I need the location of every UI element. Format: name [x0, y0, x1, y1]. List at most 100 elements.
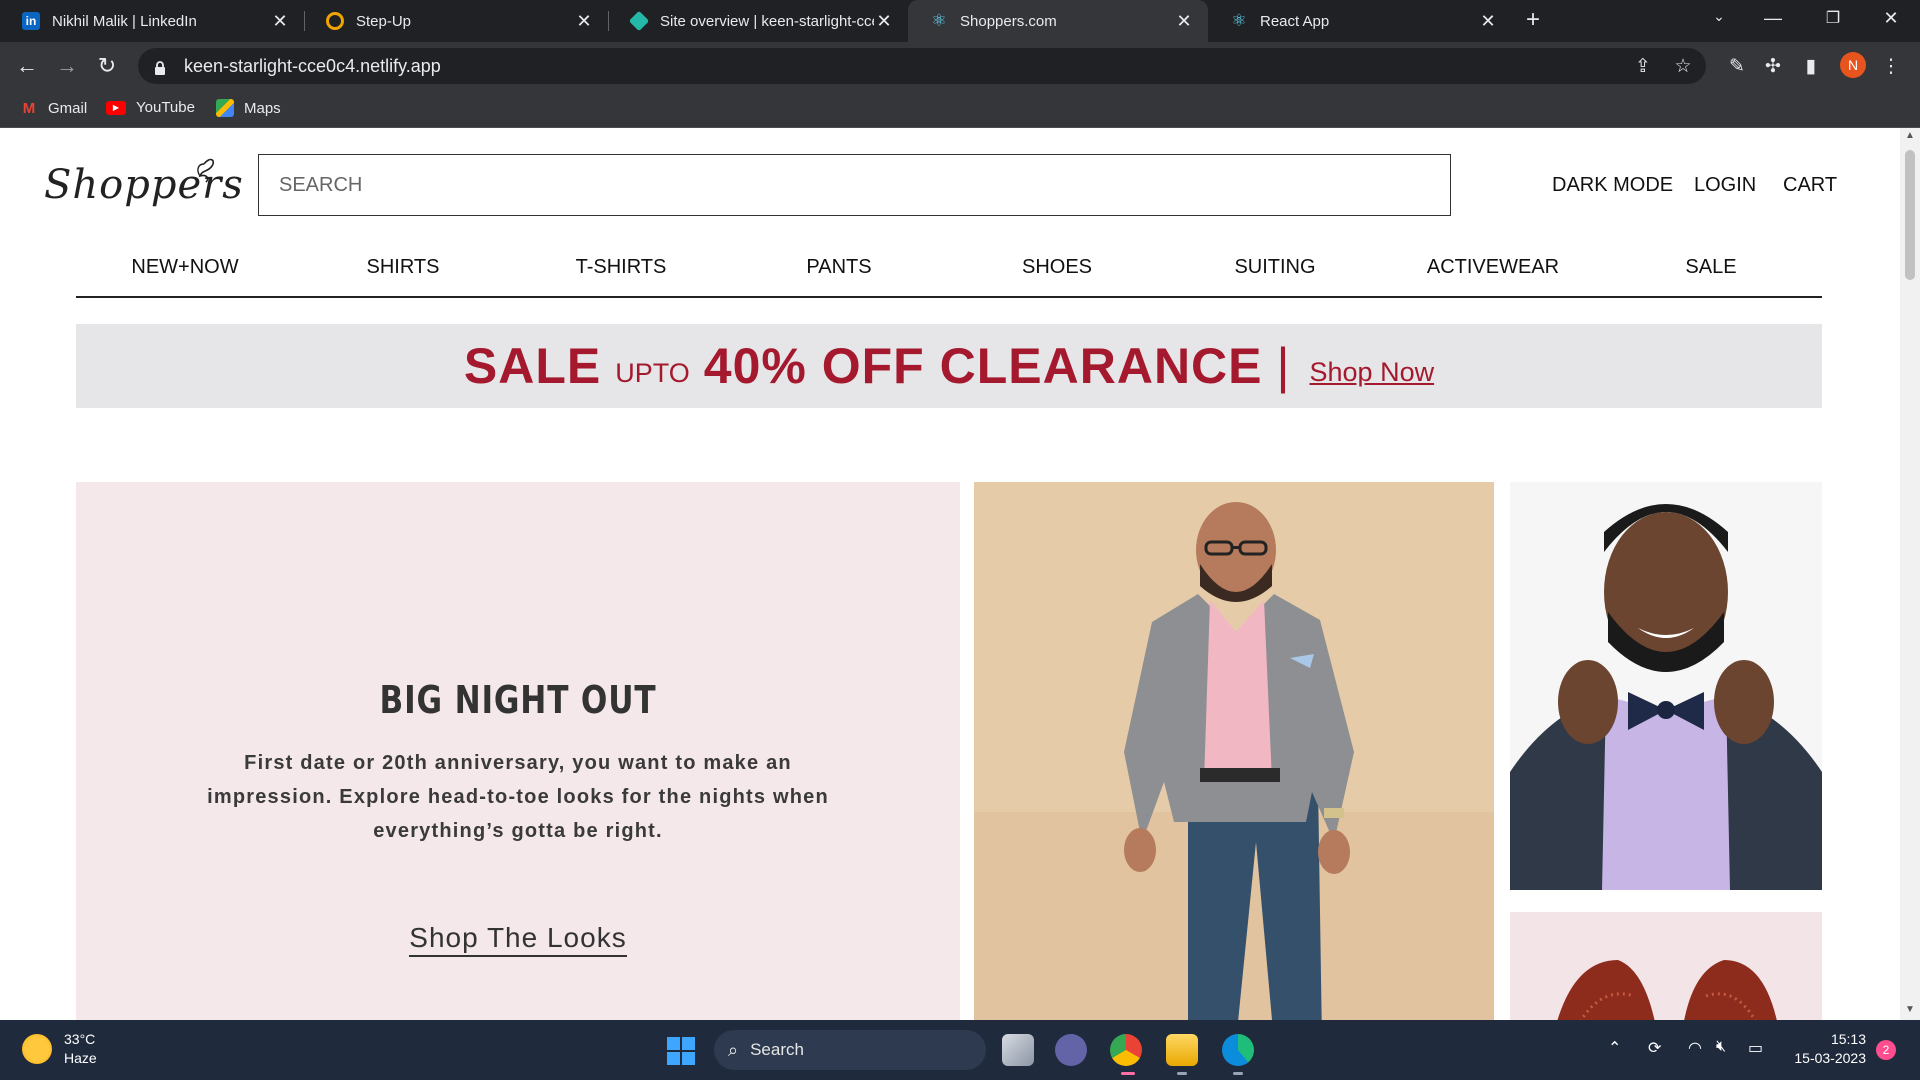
nav-suiting[interactable]: SUITING [1166, 256, 1384, 279]
close-icon[interactable]: ✕ [1478, 11, 1498, 32]
url-text: keen-starlight-cce0c4.netlify.app [184, 55, 441, 76]
close-icon[interactable]: ✕ [270, 11, 290, 32]
taskbar-clock[interactable]: 15:13 15-03-2023 [1786, 1030, 1866, 1068]
nav-pants[interactable]: PANTS [730, 256, 948, 279]
scroll-thumb[interactable] [1905, 150, 1915, 280]
search-input[interactable] [258, 154, 1451, 216]
react-icon: ⚛ [1231, 11, 1247, 30]
banner-divider: | [1276, 338, 1290, 394]
cart-link[interactable]: CART [1783, 174, 1837, 197]
tab-title: React App [1260, 12, 1330, 30]
lock-icon [154, 59, 166, 75]
extension-pen-icon[interactable]: ✎ [1724, 54, 1750, 80]
nav-shoes[interactable]: SHOES [948, 256, 1166, 279]
product-image-shoes[interactable] [1510, 912, 1822, 1020]
window-close-button[interactable]: ✕ [1876, 8, 1906, 29]
nav-shirts[interactable]: SHIRTS [294, 256, 512, 279]
tab-shoppers[interactable]: ⚛ Shoppers.com ✕ [908, 0, 1208, 42]
shop-the-looks-link[interactable]: Shop The Looks [409, 922, 627, 957]
bookmark-label: YouTube [136, 99, 195, 116]
tab-title: Nikhil Malik | LinkedIn [52, 12, 197, 30]
nav-t-shirts[interactable]: T-SHIRTS [512, 256, 730, 279]
bookmark-label: Gmail [48, 99, 88, 117]
bookmark-youtube[interactable]: ▶ YouTube [106, 99, 195, 116]
shop-now-link[interactable]: Shop Now [1310, 345, 1435, 388]
volume-muted-icon[interactable]: 🔇︎ [1716, 1038, 1726, 1056]
weather-widget[interactable]: 33°C Haze [22, 1030, 97, 1068]
notification-badge[interactable]: 2 [1876, 1040, 1896, 1060]
banner-sale: SALE [463, 338, 602, 394]
explorer-running-indicator [1177, 1072, 1187, 1075]
wifi-icon[interactable]: ◠ [1688, 1038, 1702, 1058]
extensions-puzzle-icon[interactable]: ✣ [1760, 54, 1786, 80]
chrome-icon[interactable] [1110, 1034, 1142, 1066]
hero-description: First date or 20th anniversary, you want… [207, 752, 829, 842]
menu-kebab-icon[interactable]: ⋮ [1878, 54, 1904, 80]
clock-time: 15:13 [1830, 1031, 1866, 1047]
category-nav: NEW+NOW SHIRTS T-SHIRTS PANTS SHOES SUIT… [76, 244, 1822, 298]
tab-react-app[interactable]: ⚛ React App ✕ [1208, 0, 1512, 42]
side-panel-icon[interactable]: ▮ [1798, 54, 1824, 80]
maps-icon [216, 99, 234, 117]
login-link[interactable]: LOGIN [1694, 174, 1756, 197]
weather-condition: Haze [64, 1050, 97, 1066]
page-scrollbar[interactable]: ▲ ▼ [1900, 128, 1920, 1020]
forward-button[interactable]: → [52, 52, 82, 80]
windows-taskbar: 33°C Haze ⌕ Search ⌃ ⟳ ◠ 🔇︎ ▭ 15:13 15-0… [0, 1020, 1920, 1080]
tab-site-overview[interactable]: Site overview | keen-starlight-cce ✕ [608, 0, 908, 42]
battery-icon[interactable]: ▭ [1748, 1038, 1763, 1058]
logo-text: Shoppers [44, 162, 244, 208]
scroll-down-arrow[interactable]: ▼ [1904, 1004, 1916, 1015]
bowtie-model-illustration [1510, 482, 1822, 890]
address-bar[interactable]: keen-starlight-cce0c4.netlify.app [138, 48, 1706, 84]
close-icon[interactable]: ✕ [574, 11, 594, 32]
tray-overflow-chevron-icon[interactable]: ⌃ [1608, 1038, 1621, 1058]
taskbar-search-label: Search [750, 1040, 804, 1059]
hero-title: BIG NIGHT OUT [379, 678, 657, 722]
tab-linkedin[interactable]: in Nikhil Malik | LinkedIn ✕ [0, 0, 304, 42]
bookmarks-bar: M Gmail ▶ YouTube Maps [0, 90, 1920, 128]
product-image-bowtie-look[interactable] [1510, 482, 1822, 890]
hero-panel: BIG NIGHT OUT First date or 20th anniver… [76, 482, 960, 1020]
profile-avatar[interactable]: N [1840, 52, 1866, 78]
tab-step-up[interactable]: Step-Up ✕ [304, 0, 608, 42]
browser-toolbar: ← → ↻ keen-starlight-cce0c4.netlify.app … [0, 42, 1920, 90]
edge-icon[interactable] [1222, 1034, 1254, 1066]
dark-mode-toggle[interactable]: DARK MODE [1552, 174, 1673, 197]
bookmark-gmail[interactable]: M Gmail [20, 99, 87, 117]
search-icon: ⌕ [728, 1039, 739, 1060]
windows-start-icon[interactable] [667, 1037, 695, 1065]
site-logo[interactable]: Shoppers [44, 148, 243, 218]
sync-icon[interactable]: ⟳ [1648, 1038, 1661, 1058]
react-icon: ⚛ [931, 11, 947, 30]
restore-button[interactable]: ❐ [1818, 8, 1848, 28]
bookmark-star-icon[interactable]: ☆ [1670, 54, 1696, 80]
task-view-icon[interactable] [1002, 1034, 1034, 1066]
bookmark-label: Maps [244, 99, 281, 117]
reload-button[interactable]: ↻ [92, 52, 122, 80]
bookmark-maps[interactable]: Maps [216, 99, 281, 117]
teams-chat-icon[interactable] [1055, 1034, 1087, 1066]
weather-temperature: 33°C [64, 1031, 96, 1047]
scroll-up-arrow[interactable]: ▲ [1904, 130, 1916, 141]
taskbar-search[interactable]: ⌕ Search [714, 1030, 986, 1070]
nav-activewear[interactable]: ACTIVEWEAR [1384, 256, 1602, 279]
clock-date: 15-03-2023 [1794, 1050, 1866, 1066]
brogue-shoes-illustration [1510, 912, 1822, 1020]
file-explorer-icon[interactable] [1166, 1034, 1198, 1066]
youtube-icon: ▶ [106, 100, 126, 115]
back-button[interactable]: ← [12, 52, 42, 80]
gmail-icon: M [22, 99, 36, 117]
close-icon[interactable]: ✕ [1174, 11, 1194, 32]
browser-tab-strip: in Nikhil Malik | LinkedIn ✕ Step-Up ✕ S… [0, 0, 1920, 42]
minimize-button[interactable]: — [1758, 8, 1788, 29]
new-tab-button[interactable]: + [1520, 8, 1546, 34]
nav-sale[interactable]: SALE [1602, 256, 1820, 279]
tab-search-icon[interactable]: ⌄ [1704, 8, 1734, 25]
product-image-blazer-look[interactable] [974, 482, 1494, 1020]
shoppers-page: Shoppers DARK MODE LOGIN CART NEW+NOW SH… [0, 128, 1900, 1020]
close-icon[interactable]: ✕ [874, 11, 894, 32]
share-icon[interactable]: ⇪ [1630, 54, 1656, 80]
nav-new-now[interactable]: NEW+NOW [76, 256, 294, 279]
sale-banner: SALE UPTO 40% OFF CLEARANCE | Shop Now [76, 324, 1822, 408]
